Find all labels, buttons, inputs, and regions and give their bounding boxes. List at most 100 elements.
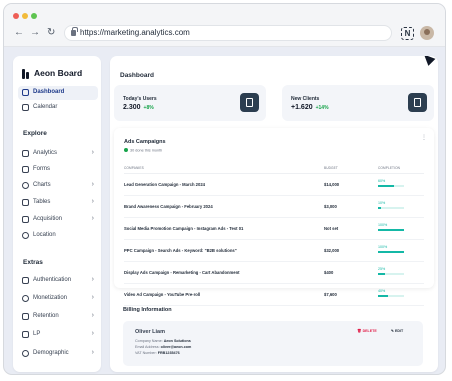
campaign-budget: $7,600 — [324, 292, 337, 297]
progress-bar — [378, 207, 404, 209]
progress-fill — [378, 251, 404, 253]
billing-email: Email Address: oliver@aeon.com — [135, 345, 192, 349]
back-arrow-icon[interactable]: ← — [14, 28, 24, 38]
logo-icon — [22, 69, 29, 79]
section-title-explore: Explore — [23, 130, 47, 137]
sidebar-item-label: Charts — [33, 182, 51, 188]
billing-vat: VAT Number: FRB1235476 — [135, 351, 180, 355]
lock-icon — [71, 27, 78, 36]
sidebar-item-analytics[interactable]: Analytics › — [18, 147, 98, 161]
sidebar-item-forms[interactable]: Forms — [18, 163, 98, 177]
campaign-completion: 25% — [378, 267, 386, 271]
ads-campaigns-card: Ads Campaigns 30 done this month ⋮ COMPA… — [114, 128, 434, 306]
campaign-name: PPC Campaign - Search Ads - Keyword: "B2… — [124, 248, 237, 253]
calendar-icon — [22, 104, 29, 111]
chevron-right-icon: › — [91, 330, 94, 337]
sidebar-item-authentication[interactable]: Authentication › — [18, 274, 98, 288]
sidebar-item-label: Location — [33, 232, 56, 238]
column-header-companies: COMPANIES — [124, 166, 144, 170]
extension-icon[interactable]: N — [401, 27, 414, 40]
sidebar-item-label: Authentication — [33, 277, 72, 283]
header-divider — [124, 173, 424, 174]
chevron-right-icon: › — [91, 198, 94, 205]
chevron-right-icon: › — [91, 215, 94, 222]
check-icon — [124, 148, 128, 152]
chart-icon — [22, 182, 29, 189]
table-row[interactable]: Display Ads Campaign - Remarketing - Car… — [124, 263, 424, 284]
sidebar-item-dashboard[interactable]: Dashboard — [18, 86, 98, 100]
table-row[interactable]: PPC Campaign - Search Ads - Keyword: "B2… — [124, 241, 424, 262]
stat-label: New Clients — [291, 96, 320, 102]
stat-card-users: Today's Users 2.300 +8% — [114, 85, 266, 121]
users-icon[interactable] — [240, 93, 259, 112]
campaign-completion: 100% — [378, 223, 388, 227]
demographic-icon — [22, 350, 29, 357]
sidebar-item-charts[interactable]: Charts › — [18, 179, 98, 193]
billing-card: Oliver Liam Company Name: Aeon Solutions… — [123, 321, 423, 366]
billing-title: Billing Information — [123, 307, 172, 313]
column-header-completion: COMPLETION — [378, 166, 401, 170]
progress-fill — [378, 229, 404, 231]
table-row[interactable]: Video Ad Campaign - YouTube Pre-roll $7,6… — [124, 285, 424, 306]
sidebar-item-monetization[interactable]: Monetization › — [18, 292, 98, 306]
chevron-right-icon: › — [91, 276, 94, 283]
column-header-budget: BUDGET — [324, 166, 338, 170]
campaign-completion: 100% — [378, 245, 388, 249]
brand-name: Aeon Board — [34, 68, 83, 78]
sidebar-item-label: Demographic — [33, 350, 69, 356]
sidebar-item-label: Calendar — [33, 104, 58, 110]
more-options-icon[interactable]: ⋮ — [421, 135, 427, 141]
sidebar-item-calendar[interactable]: Calendar — [18, 101, 98, 115]
chevron-right-icon: › — [91, 349, 94, 356]
progress-fill — [378, 185, 394, 187]
sidebar-item-lp[interactable]: LP › — [18, 328, 98, 342]
sidebar-item-tables[interactable]: Tables › — [18, 196, 98, 210]
progress-bar — [378, 251, 404, 253]
authentication-icon — [22, 277, 29, 284]
sidebar-item-label: LP — [33, 331, 41, 337]
billing-company: Company Name: Aeon Solutions — [135, 339, 191, 343]
table-row[interactable]: Social Media Promotion Campaign - Instag… — [124, 219, 424, 240]
section-title-extras: Extras — [23, 259, 43, 266]
monetization-icon — [22, 295, 29, 302]
sidebar-item-retention[interactable]: Retention › — [18, 310, 98, 324]
reload-icon[interactable]: ↻ — [47, 28, 55, 38]
table-row[interactable]: Lead Generation Campaign - March 2024 $14… — [124, 175, 424, 196]
card-subtitle: 30 done this month — [124, 148, 162, 153]
campaign-completion: 10% — [378, 201, 386, 205]
progress-bar — [378, 185, 404, 187]
progress-bar — [378, 229, 404, 231]
lp-icon — [22, 331, 29, 338]
table-row[interactable]: Brand Awareness Campaign - February 2024… — [124, 197, 424, 218]
edit-button[interactable]: ✎ EDIT — [391, 329, 403, 333]
stat-delta: +8% — [143, 105, 154, 111]
chevron-right-icon: › — [91, 149, 94, 156]
campaign-budget: $400 — [324, 270, 334, 275]
sidebar-item-label: Forms — [33, 166, 50, 172]
browser-window: ← → ↻ https://marketing.analytics.com N … — [3, 3, 446, 375]
stat-card-clients: New Clients +1.620 +14% — [282, 85, 434, 121]
sidebar-item-location[interactable]: Location — [18, 229, 98, 243]
close-window-button[interactable] — [13, 13, 19, 19]
maximize-window-button[interactable] — [31, 13, 37, 19]
sidebar-item-label: Dashboard — [33, 89, 65, 95]
chevron-right-icon: › — [91, 181, 94, 188]
stat-label: Today's Users — [123, 96, 157, 102]
forward-arrow-icon[interactable]: → — [30, 28, 40, 38]
main-content: Dashboard Today's Users 2.300 +8% New Cli… — [110, 56, 438, 372]
campaign-name: Social Media Promotion Campaign - Instag… — [124, 226, 244, 231]
campaign-completion: 60% — [378, 179, 386, 183]
address-bar[interactable]: https://marketing.analytics.com — [64, 25, 392, 41]
delete-button[interactable]: 🗑 DELETE — [357, 329, 377, 333]
sidebar-item-demographic[interactable]: Demographic › — [18, 347, 98, 361]
document-icon[interactable] — [408, 93, 427, 112]
profile-avatar[interactable] — [420, 26, 434, 40]
billing-name: Oliver Liam — [135, 329, 165, 335]
table-icon — [22, 199, 29, 206]
mouse-cursor-icon — [420, 56, 436, 66]
minimize-window-button[interactable] — [22, 13, 28, 19]
campaign-budget: Not set — [324, 226, 339, 231]
sidebar-item-acquisition[interactable]: Acquisition › — [18, 213, 98, 227]
progress-bar — [378, 295, 404, 297]
analytics-icon — [22, 150, 29, 157]
